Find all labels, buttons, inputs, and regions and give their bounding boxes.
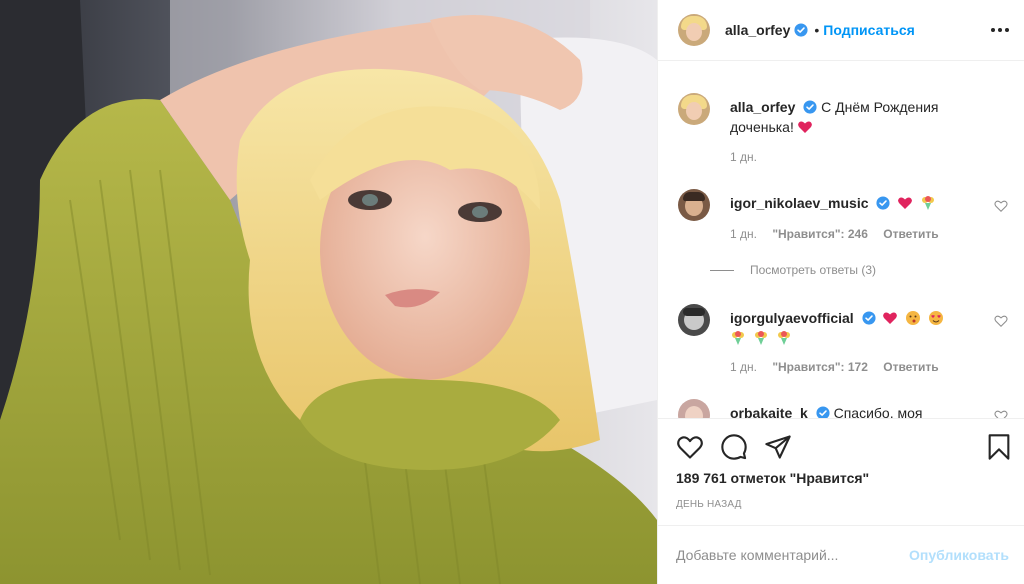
post-comment-button[interactable]: Опубликовать: [909, 547, 1009, 563]
likes-count[interactable]: 189 761 отметок "Нравится": [676, 470, 869, 486]
commenter-avatar[interactable]: [678, 304, 710, 336]
post-photo-image: [0, 0, 657, 584]
share-icon[interactable]: [764, 433, 792, 461]
separator-dot: •: [814, 22, 820, 38]
comment-username[interactable]: igor_nikolaev_music: [730, 195, 869, 211]
follow-button[interactable]: Подписаться: [823, 22, 915, 38]
reply-button[interactable]: Ответить: [883, 227, 938, 241]
caption-meta: 1 дн.: [730, 150, 769, 164]
more-horizontal-icon[interactable]: [991, 22, 1009, 38]
post-photo[interactable]: [0, 0, 657, 584]
comment-likes[interactable]: "Нравится": 172: [772, 360, 868, 374]
red-heart-emoji-icon: [883, 312, 898, 324]
red-heart-emoji-icon: [898, 197, 913, 209]
comment-likes[interactable]: "Нравится": 246: [772, 227, 868, 241]
author-avatar[interactable]: [678, 14, 710, 46]
caption-time[interactable]: 1 дн.: [730, 150, 757, 164]
comment-text-block: igorgulyaevofficial: [730, 308, 986, 348]
comment-icon[interactable]: [720, 433, 748, 461]
comment-like-heart-icon[interactable]: [994, 409, 1008, 418]
heart-eyes-emoji-icon: [929, 311, 944, 325]
post-header: alla_orfey • Подписаться: [658, 0, 1024, 61]
post-actions-bar: [658, 418, 1024, 476]
kissing-face-emoji-icon: [906, 311, 921, 325]
comment-input[interactable]: Добавьте комментарий...: [676, 547, 838, 563]
comment-meta: 1 дн. "Нравится": 172 Ответить: [730, 360, 951, 374]
comment-like-heart-icon[interactable]: [994, 314, 1008, 328]
comment-text-block: orbakaite_k Спасибо, моя: [730, 403, 986, 418]
caption-username[interactable]: alla_orfey: [730, 99, 795, 115]
replies-divider: [710, 269, 734, 271]
bouquet-emoji-icon: [754, 331, 767, 345]
bouquet-emoji-icon: [777, 331, 790, 345]
post-timestamp[interactable]: ДЕНЬ НАЗАД: [676, 499, 742, 510]
view-replies-label: Посмотреть ответы (3): [750, 263, 877, 277]
caption-text-block: alla_orfey С Днём Рождения доченька!: [730, 97, 986, 137]
comment-time[interactable]: 1 дн.: [730, 227, 757, 241]
comment-like-heart-icon[interactable]: [994, 199, 1008, 213]
caption: alla_orfey С Днём Рождения доченька! 1 д…: [678, 93, 1008, 183]
comment-item: orbakaite_k Спасибо, моя: [678, 399, 1008, 418]
comments-list[interactable]: alla_orfey С Днём Рождения доченька! 1 д…: [658, 61, 1024, 418]
bouquet-emoji-icon: [732, 331, 744, 345]
commenter-avatar[interactable]: [678, 399, 710, 418]
add-comment-bar: Добавьте комментарий... Опубликовать: [658, 525, 1024, 584]
comment-username[interactable]: orbakaite_k: [730, 405, 808, 418]
view-replies-button[interactable]: Посмотреть ответы (3): [710, 263, 876, 277]
comment-time[interactable]: 1 дн.: [730, 360, 757, 374]
verified-badge-icon: [816, 406, 830, 418]
verified-badge-icon: [794, 23, 808, 37]
post-sidebar: alla_orfey • Подписаться alla_orfey С Дн…: [657, 0, 1024, 584]
verified-badge-icon: [876, 196, 890, 210]
comment-item: igorgulyaevofficial 1 дн. "Нравится": 17…: [678, 304, 1008, 404]
heart-icon[interactable]: [676, 433, 704, 461]
commenter-avatar[interactable]: [678, 189, 710, 221]
reply-button[interactable]: Ответить: [883, 360, 938, 374]
comment-meta: 1 дн. "Нравится": 246 Ответить: [730, 227, 951, 241]
comment-text-block: igor_nikolaev_music: [730, 193, 986, 213]
caption-avatar[interactable]: [678, 93, 710, 125]
comment-username[interactable]: igorgulyaevofficial: [730, 310, 854, 326]
comment-item: igor_nikolaev_music 1 дн. "Нравится": 24…: [678, 189, 1008, 289]
red-heart-emoji-icon: [797, 121, 812, 133]
verified-badge-icon: [862, 311, 876, 325]
bouquet-emoji-icon: [922, 196, 935, 210]
verified-badge-icon: [803, 100, 817, 114]
bookmark-icon[interactable]: [985, 433, 1013, 461]
comment-text: Спасибо, моя: [833, 405, 923, 418]
author-username[interactable]: alla_orfey: [725, 22, 790, 38]
